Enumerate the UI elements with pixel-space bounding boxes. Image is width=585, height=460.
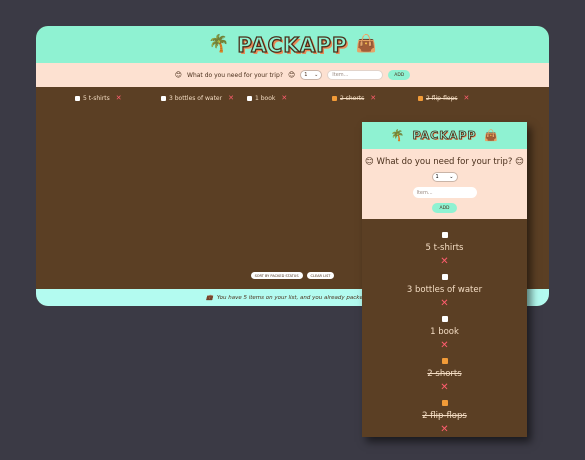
stats-text: You have 5 items on your list, and you a… [216, 294, 379, 301]
sort-select[interactable]: SORT BY PACKED STATUS [250, 272, 303, 279]
chevron-down-icon: ⌄ [314, 72, 319, 78]
item-label: 5 t-shirts [425, 243, 464, 253]
item-checkbox[interactable] [75, 95, 80, 101]
app-header: 🌴 PACKAPP 👜 [362, 122, 527, 149]
smiley-icon: 😊 [287, 71, 296, 79]
item-label: 1 book [430, 327, 459, 337]
item-checkbox-checked[interactable] [441, 400, 448, 406]
form-question-row: 😊 What do you need for your trip? 😊 [365, 157, 524, 167]
list-item: 3 bottles of water ✕ [161, 94, 234, 102]
quantity-select[interactable]: 1 ⌄ [431, 172, 458, 182]
item-label: 3 bottles of water [169, 94, 223, 102]
list-item: 3 bottles of water ✕ [362, 274, 527, 309]
item-label: 2 flip-flops [426, 94, 458, 102]
item-checkbox-checked[interactable] [418, 95, 423, 101]
palm-tree-icon: 🌴 [208, 34, 230, 54]
add-item-form: 😊 What do you need for your trip? 😊 1 ⌄ … [36, 63, 549, 87]
item-checkbox[interactable] [441, 232, 448, 238]
palm-tree-icon: 🌴 [390, 129, 405, 142]
item-label: 2 flip-flops [422, 411, 467, 421]
add-button[interactable]: ADD [388, 70, 411, 80]
delete-icon[interactable]: ✕ [440, 383, 448, 393]
list-item: 2 shorts ✕ [362, 358, 527, 393]
item-input[interactable]: Item... [412, 187, 477, 198]
item-checkbox-checked[interactable] [441, 358, 448, 364]
delete-icon[interactable]: ✕ [116, 94, 122, 102]
app-header: 🌴 PACKAPP 👜 [36, 26, 549, 63]
item-label: 2 shorts [427, 369, 462, 379]
screen: 🌴 PACKAPP 👜 😊 What do you need for your … [0, 0, 585, 460]
chevron-down-icon: ⌄ [449, 174, 454, 180]
mobile-window: 🌴 PACKAPP 👜 😊 What do you need for your … [362, 122, 527, 437]
list-item: 2 flip-flops ✕ [362, 400, 527, 435]
smiley-icon: 😊 [515, 157, 525, 167]
add-item-form: 😊 What do you need for your trip? 😊 1 ⌄ … [362, 149, 527, 219]
delete-icon[interactable]: ✕ [440, 425, 448, 435]
smiley-icon: 😊 [174, 71, 183, 79]
item-checkbox-checked[interactable] [332, 95, 337, 101]
item-checkbox[interactable] [441, 274, 448, 280]
handbag-icon: 👜 [355, 34, 377, 54]
packing-list: 5 t-shirts ✕ 3 bottles of water ✕ 1 book… [36, 94, 549, 104]
quantity-value: 1 [435, 174, 439, 180]
form-question: What do you need for your trip? [187, 71, 283, 79]
list-item: 5 t-shirts ✕ [75, 94, 122, 102]
delete-icon[interactable]: ✕ [440, 341, 448, 351]
app-logo: PACKAPP [412, 129, 477, 143]
list-item: 2 flip-flops ✕ [418, 94, 469, 102]
list-item: 2 shorts ✕ [332, 94, 376, 102]
delete-icon[interactable]: ✕ [464, 94, 470, 102]
delete-icon[interactable]: ✕ [370, 94, 376, 102]
quantity-value: 1 [304, 72, 308, 78]
item-input[interactable]: Item... [327, 70, 384, 80]
suitcase-icon: 💼 [206, 294, 213, 301]
item-input-placeholder: Item... [416, 189, 433, 196]
item-checkbox[interactable] [441, 316, 448, 322]
clear-list-button[interactable]: CLEAR LIST [306, 272, 335, 279]
item-label: 1 book [255, 94, 276, 102]
list-item: 5 t-shirts ✕ [362, 232, 527, 267]
item-label: 2 shorts [340, 94, 365, 102]
form-question: What do you need for your trip? [376, 157, 513, 167]
item-checkbox[interactable] [161, 95, 166, 101]
item-label: 5 t-shirts [83, 94, 110, 102]
delete-icon[interactable]: ✕ [281, 94, 287, 102]
item-input-placeholder: Item... [332, 72, 349, 78]
list-item: 1 book ✕ [362, 316, 527, 351]
delete-icon[interactable]: ✕ [228, 94, 234, 102]
quantity-select[interactable]: 1 ⌄ [300, 70, 323, 80]
handbag-icon: 👜 [484, 129, 499, 142]
item-label: 3 bottles of water [406, 285, 483, 295]
add-button[interactable]: ADD [432, 203, 457, 213]
delete-icon[interactable]: ✕ [440, 257, 448, 267]
app-logo: PACKAPP [237, 32, 348, 57]
sort-select-value: SORT BY PACKED STATUS [254, 273, 299, 278]
item-checkbox[interactable] [247, 95, 252, 101]
smiley-icon: 😊 [364, 157, 374, 167]
list-item: 1 book ✕ [247, 94, 287, 102]
delete-icon[interactable]: ✕ [440, 299, 448, 309]
